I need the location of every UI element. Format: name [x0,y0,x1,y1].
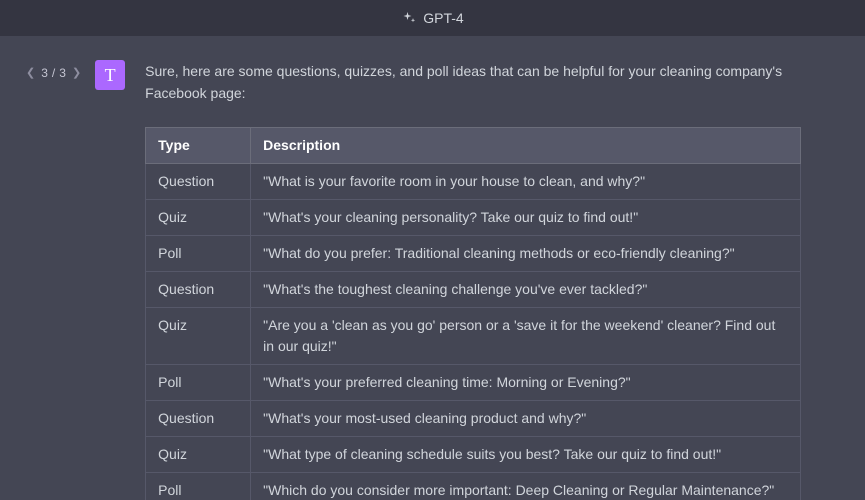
pager-current: 3 [41,66,48,80]
cell-type: Question [146,163,251,199]
table-row: Poll "What do you prefer: Traditional cl… [146,235,801,271]
cell-description: "What's your cleaning personality? Take … [251,199,801,235]
cell-description: "What do you prefer: Traditional cleanin… [251,235,801,271]
table-header-description: Description [251,127,801,163]
message-content: Sure, here are some questions, quizzes, … [145,60,841,500]
cell-type: Question [146,271,251,307]
assistant-message-block: ❮ 3 / 3 ❯ T Sure, here are some question… [0,36,865,500]
avatar-letter: T [105,65,116,86]
table-row: Quiz "What type of cleaning schedule sui… [146,436,801,472]
pager-next-button[interactable]: ❯ [70,68,83,79]
cell-description: "What's your most-used cleaning product … [251,400,801,436]
pager-separator: / [52,66,55,80]
assistant-avatar: T [95,60,125,90]
table-row: Question "What is your favorite room in … [146,163,801,199]
cell-description: "What type of cleaning schedule suits yo… [251,436,801,472]
model-label: GPT-4 [423,10,463,26]
pager-total: 3 [59,66,66,80]
table-row: Quiz "Are you a 'clean as you go' person… [146,307,801,364]
message-intro-text: Sure, here are some questions, quizzes, … [145,60,801,105]
message-pager: ❮ 3 / 3 ❯ [24,66,83,80]
ideas-table: Type Description Question "What is your … [145,127,801,500]
table-row: Question "What's the toughest cleaning c… [146,271,801,307]
cell-type: Poll [146,235,251,271]
cell-type: Quiz [146,199,251,235]
table-row: Poll "What's your preferred cleaning tim… [146,364,801,400]
table-header-type: Type [146,127,251,163]
cell-description: "What's your preferred cleaning time: Mo… [251,364,801,400]
cell-description: "What's the toughest cleaning challenge … [251,271,801,307]
cell-description: "Which do you consider more important: D… [251,472,801,500]
table-header-row: Type Description [146,127,801,163]
table-row: Question "What's your most-used cleaning… [146,400,801,436]
sparkle-icon [401,10,417,26]
cell-type: Quiz [146,307,251,364]
table-row: Poll "Which do you consider more importa… [146,472,801,500]
cell-description: "Are you a 'clean as you go' person or a… [251,307,801,364]
cell-type: Question [146,400,251,436]
cell-type: Quiz [146,436,251,472]
cell-type: Poll [146,472,251,500]
model-header: GPT-4 [0,0,865,36]
cell-description: "What is your favorite room in your hous… [251,163,801,199]
pager-prev-button[interactable]: ❮ [24,68,37,79]
table-row: Quiz "What's your cleaning personality? … [146,199,801,235]
cell-type: Poll [146,364,251,400]
